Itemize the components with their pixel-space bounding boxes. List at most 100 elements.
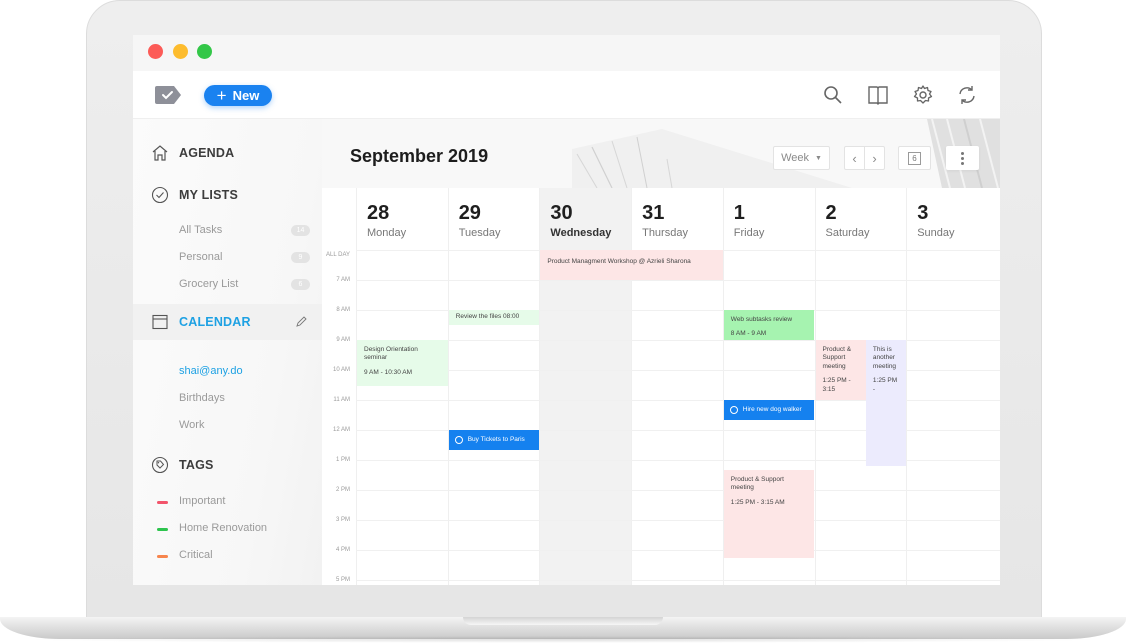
day-column-wednesday[interactable]: 30 Wednesday xyxy=(539,188,632,585)
title-bar xyxy=(133,35,1000,71)
calendar-event[interactable]: Review the files 08:00 xyxy=(448,310,540,325)
close-window-button[interactable] xyxy=(148,44,163,59)
time-label: 4 PM xyxy=(335,547,350,553)
event-time: 1:25 PM - 3:15 AM xyxy=(730,498,785,506)
today-calendar-icon: 6 xyxy=(908,151,921,165)
new-button[interactable]: + New xyxy=(204,85,272,106)
calendar-event[interactable]: Web subtasks review 8 AM - 9 AM xyxy=(723,310,815,340)
hour-gridline xyxy=(356,550,1000,551)
calendar-event[interactable]: This is another meeting 1:25 PM - xyxy=(865,340,907,466)
task-checkbox-icon[interactable] xyxy=(729,406,738,414)
day-column-sunday[interactable]: 3 Sunday xyxy=(906,188,998,585)
sidebar-item-agenda[interactable]: AGENDA xyxy=(133,144,322,162)
tag-icon xyxy=(151,456,169,474)
day-number: 3 xyxy=(917,202,929,224)
list-label: Personal xyxy=(179,251,223,263)
hour-gridline xyxy=(356,280,1000,281)
event-title: Product & Support meeting xyxy=(822,346,852,370)
day-name: Wednesday xyxy=(550,227,612,239)
event-time: 1:25 PM - xyxy=(872,377,898,393)
sync-icon[interactable] xyxy=(955,83,979,107)
day-number: 29 xyxy=(458,202,481,224)
day-name: Saturday xyxy=(825,227,870,239)
day-column-monday[interactable]: 28 Monday xyxy=(356,188,448,585)
event-title: Review the files 08:00 xyxy=(455,313,520,320)
day-column-tuesday[interactable]: 29 Tuesday xyxy=(447,188,540,585)
event-title: Web subtasks review xyxy=(730,316,793,323)
calendar-event[interactable]: Product & Support meeting 1:25 PM - 3:15 xyxy=(815,340,870,400)
time-label: 3 PM xyxy=(335,517,350,523)
pencil-icon[interactable] xyxy=(295,315,307,327)
agenda-label: AGENDA xyxy=(179,146,235,160)
search-icon[interactable] xyxy=(821,83,845,107)
time-label: 8 AM xyxy=(336,307,350,313)
laptop-notch xyxy=(463,617,663,625)
event-time: 8 AM - 9 AM xyxy=(730,330,767,338)
time-label: 7 AM xyxy=(336,277,350,283)
tag-color-swatch xyxy=(157,555,168,558)
more-vertical-icon xyxy=(961,151,964,165)
chevron-right-icon[interactable]: › xyxy=(865,151,884,166)
calendar-icon xyxy=(151,313,169,331)
day-column-thursday[interactable]: 31 Thursday xyxy=(631,188,723,585)
calendar-item-shai[interactable]: shai@any.do xyxy=(179,365,243,377)
event-time: 9 AM - 10:30 AM xyxy=(364,368,413,376)
app-window: + New AGENDA MY LISTS All Tasks 14 Perso… xyxy=(133,35,1000,585)
calendar-event[interactable]: Product Managment Workshop @ Azrieli Sha… xyxy=(540,250,723,280)
week-navigation: ‹ › xyxy=(844,146,885,170)
calendar-main: September 2019 Week ▼ ‹ › 6 ALL DAY 7 AM 8… xyxy=(322,119,1000,585)
calendar-event[interactable]: Product & Support meeting 1:25 PM - 3:15 … xyxy=(723,470,815,558)
day-number: 1 xyxy=(733,202,745,224)
hour-gridline xyxy=(356,580,1000,581)
sidebar-item-calendar[interactable]: CALENDAR xyxy=(133,313,322,331)
sidebar-item-my-lists[interactable]: MY LISTS xyxy=(133,186,322,204)
tag-check-icon[interactable] xyxy=(153,85,183,105)
more-options-button[interactable] xyxy=(946,146,979,170)
view-select-value: Week xyxy=(781,152,809,164)
task-checkbox-icon[interactable] xyxy=(454,436,463,444)
hour-gridline xyxy=(356,490,1000,491)
sidebar-item-tags[interactable]: TAGS xyxy=(133,456,322,474)
minimize-window-button[interactable] xyxy=(173,44,188,59)
today-button[interactable]: 6 xyxy=(898,146,931,170)
time-label: ALL DAY xyxy=(325,252,350,258)
time-label: 10 AM xyxy=(332,367,350,373)
reminder-task[interactable]: Buy Tickets to Paris xyxy=(448,430,540,450)
calendar-event[interactable]: Design Orientation seminar 9 AM - 10:30 A… xyxy=(357,340,448,386)
month-title: September 2019 xyxy=(350,146,489,166)
day-name: Friday xyxy=(733,227,765,239)
day-number: 2 xyxy=(825,202,837,224)
reminder-task[interactable]: Hire new dog walker xyxy=(723,400,815,420)
tag-color-swatch xyxy=(157,501,168,504)
list-count-badge: 6 xyxy=(291,279,310,290)
hour-gridline xyxy=(356,520,1000,521)
day-number: 30 xyxy=(550,202,573,224)
view-select[interactable]: Week ▼ xyxy=(773,146,830,170)
laptop-shadow xyxy=(20,636,1106,643)
caret-down-icon: ▼ xyxy=(814,154,822,162)
time-label: 11 AM xyxy=(333,397,350,403)
calendar-item-birthdays[interactable]: Birthdays xyxy=(179,392,225,404)
zoom-window-button[interactable] xyxy=(197,44,212,59)
day-name: Sunday xyxy=(917,227,955,239)
gear-icon[interactable] xyxy=(911,83,935,107)
list-label: Grocery List xyxy=(179,278,239,290)
event-time: 1:25 PM - 3:15 xyxy=(822,377,851,393)
book-icon[interactable] xyxy=(866,83,890,107)
tag-label: Critical xyxy=(179,549,213,561)
tag-label: Home Renovation xyxy=(179,522,268,534)
event-title: Product Managment Workshop @ Azrieli Sha… xyxy=(547,258,691,265)
event-title: Product & Support meeting xyxy=(730,476,784,492)
home-icon xyxy=(151,144,169,162)
check-circle-icon xyxy=(151,186,169,204)
time-column: ALL DAY 7 AM 8 AM 9 AM 10 AM 11 AM 12 AM 1 PM 2 … xyxy=(322,188,356,585)
day-number: 28 xyxy=(367,202,390,224)
my-lists-label: MY LISTS xyxy=(179,188,239,202)
list-count-badge: 9 xyxy=(291,252,310,263)
day-name: Tuesday xyxy=(458,227,501,239)
event-title: This is another meeting xyxy=(872,346,897,370)
chevron-left-icon[interactable]: ‹ xyxy=(845,151,864,166)
calendar-item-work[interactable]: Work xyxy=(179,419,204,431)
toolbar: + New xyxy=(133,71,1000,119)
list-count-badge: 14 xyxy=(291,225,310,236)
